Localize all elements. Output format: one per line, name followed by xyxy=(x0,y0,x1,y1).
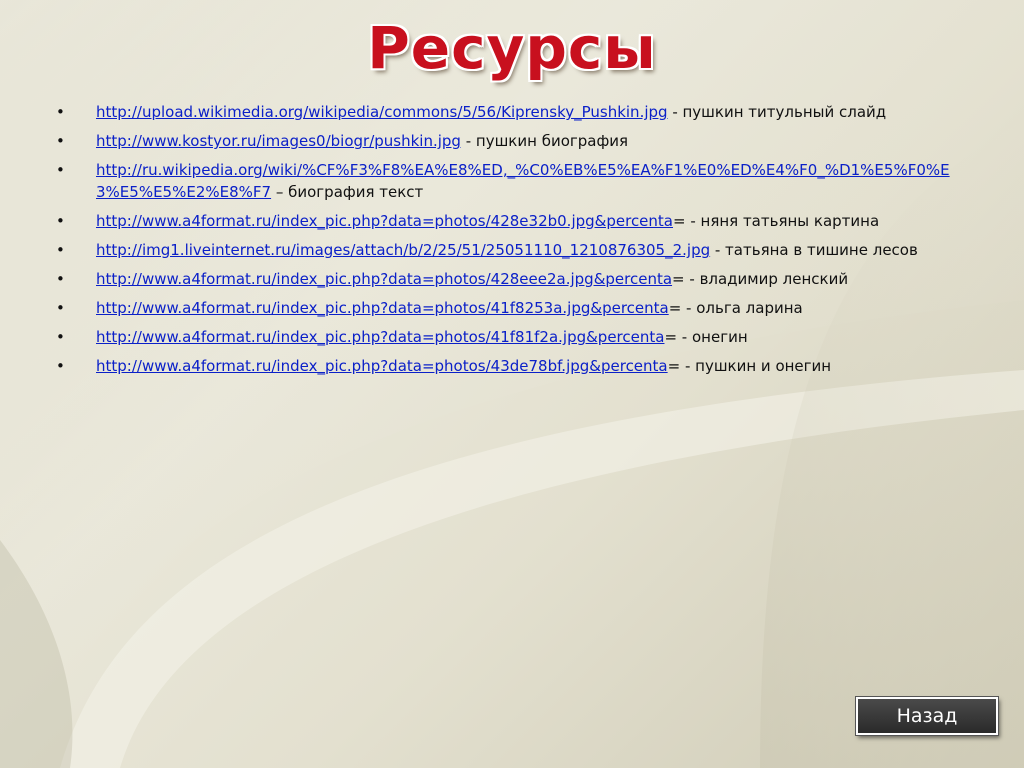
bullet: • xyxy=(56,212,65,230)
list-item: • http://www.kostyor.ru/images0/biogr/pus… xyxy=(56,130,966,152)
list-item: • http://www.a4format.ru/index_pic.php?da… xyxy=(56,326,966,348)
resource-description: – биография текст xyxy=(271,183,424,201)
bullet: • xyxy=(56,241,65,259)
slide-title: Ресурсы xyxy=(367,14,657,82)
slide: Ресурсы • http://upload.wikimedia.org/wik… xyxy=(0,0,1024,768)
resource-description: = - владимир ленский xyxy=(672,270,849,288)
resource-link[interactable]: http://www.a4format.ru/index_pic.php?dat… xyxy=(96,270,672,288)
bullet: • xyxy=(56,132,65,150)
resource-description: = - ольга ларина xyxy=(668,299,803,317)
bullet: • xyxy=(56,328,65,346)
resource-list: • http://upload.wikimedia.org/wikipedia/c… xyxy=(56,101,966,384)
list-item: • http://upload.wikimedia.org/wikipedia/c… xyxy=(56,101,966,123)
resource-link[interactable]: http://img1.liveinternet.ru/images/attac… xyxy=(96,241,710,259)
resource-description: = - пушкин и онегин xyxy=(667,357,832,375)
resource-link[interactable]: http://www.a4format.ru/index_pic.php?dat… xyxy=(96,328,664,346)
resource-link[interactable]: http://upload.wikimedia.org/wikipedia/co… xyxy=(96,103,668,121)
bullet: • xyxy=(56,299,65,317)
list-item: • http://img1.liveinternet.ru/images/atta… xyxy=(56,239,966,261)
resource-link[interactable]: http://www.a4format.ru/index_pic.php?dat… xyxy=(96,212,673,230)
list-item: • http://www.a4format.ru/index_pic.php?da… xyxy=(56,268,966,290)
bullet: • xyxy=(56,357,65,375)
bullet: • xyxy=(56,270,65,288)
resource-description: = - онегин xyxy=(664,328,748,346)
resource-description: = - няня татьяны картина xyxy=(673,212,880,230)
list-item: • http://www.a4format.ru/index_pic.php?da… xyxy=(56,297,966,319)
resource-link[interactable]: http://www.kostyor.ru/images0/biogr/push… xyxy=(96,132,461,150)
list-item: • http://ru.wikipedia.org/wiki/%CF%F3%F8%… xyxy=(56,159,966,203)
list-item: • http://www.a4format.ru/index_pic.php?da… xyxy=(56,355,966,377)
back-button[interactable]: Назад xyxy=(856,697,998,735)
resource-link[interactable]: http://www.a4format.ru/index_pic.php?dat… xyxy=(96,299,669,317)
list-item: • http://www.a4format.ru/index_pic.php?da… xyxy=(56,210,966,232)
bullet: • xyxy=(56,103,65,121)
resource-description: - татьяна в тишине лесов xyxy=(710,241,918,259)
resource-link[interactable]: http://ru.wikipedia.org/wiki/%CF%F3%F8%E… xyxy=(96,161,950,201)
bullet: • xyxy=(56,161,65,179)
resource-description: - пушкин титульный слайд xyxy=(667,103,887,121)
resource-description: - пушкин биография xyxy=(460,132,629,150)
resource-link[interactable]: http://www.a4format.ru/index_pic.php?dat… xyxy=(96,357,668,375)
